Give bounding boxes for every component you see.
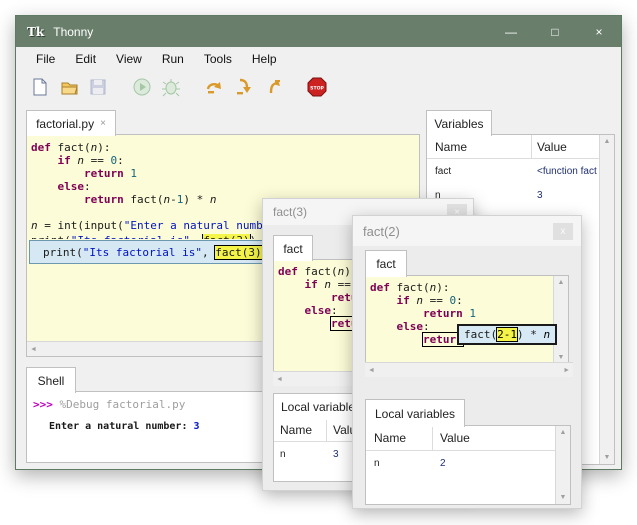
variables-tab-label: Variables: [434, 117, 483, 131]
variables-vscrollbar[interactable]: ▲ ▼: [599, 135, 614, 464]
var-value: <function fact a: [531, 166, 605, 177]
menu-edit[interactable]: Edit: [65, 49, 106, 69]
scroll-up-icon[interactable]: ▲: [604, 138, 611, 145]
open-file-icon[interactable]: [58, 76, 80, 98]
scroll-left-icon[interactable]: ◄: [276, 376, 283, 383]
column-value[interactable]: Value: [531, 135, 609, 158]
window-controls: — □ ×: [489, 16, 621, 47]
fact3-tab-label: fact: [283, 242, 302, 256]
thonny-logo-icon: Tk: [27, 25, 44, 39]
scroll-right-icon[interactable]: ►: [563, 367, 570, 374]
column-name[interactable]: Name: [427, 140, 531, 154]
screen: Tk Thonny — □ × File Edit View Run Tools…: [0, 0, 637, 525]
var-value: 3: [531, 190, 605, 201]
menu-view[interactable]: View: [106, 49, 152, 69]
step-into-icon[interactable]: [233, 76, 255, 98]
column-name[interactable]: Name: [366, 431, 432, 445]
fact3-tab[interactable]: fact: [273, 235, 313, 261]
tab-shell[interactable]: Shell: [26, 367, 76, 393]
var-name: n: [274, 449, 326, 460]
fact2-title: fact(2): [363, 224, 400, 239]
column-value[interactable]: Value: [432, 426, 510, 450]
fact2-locals-vscrollbar[interactable]: ▲ ▼: [555, 426, 570, 504]
frame-window-fact2: fact(2) x fact def fact(n): if n == 0: r…: [352, 215, 582, 509]
var-value: 2: [432, 458, 510, 469]
menu-tools[interactable]: Tools: [194, 49, 242, 69]
minimize-button[interactable]: —: [489, 16, 533, 47]
shell-command-line: >>> %Debug factorial.py: [33, 398, 185, 411]
scroll-left-icon[interactable]: ◄: [30, 346, 37, 353]
title-bar[interactable]: Tk Thonny — □ ×: [16, 16, 621, 47]
fact2-hscrollbar[interactable]: ◄ ►: [365, 362, 573, 377]
fact2-locals-table: Name Value n 2 ▲ ▼: [365, 425, 571, 505]
fact2-code-view[interactable]: def fact(n): if n == 0: return 1 else: r…: [365, 275, 569, 365]
maximize-button[interactable]: □: [533, 16, 577, 47]
fact2-vscrollbar[interactable]: ▲ ▼: [553, 276, 568, 364]
shell-prompt: >>>: [33, 398, 60, 411]
fact2-tab-label: fact: [376, 257, 395, 271]
locals-header: Name Value: [366, 426, 570, 451]
locals-label: Local variables: [281, 400, 361, 414]
scroll-up-icon[interactable]: ▲: [560, 429, 567, 436]
tab-variables[interactable]: Variables: [426, 110, 492, 136]
scroll-up-icon[interactable]: ▲: [558, 279, 565, 286]
run-script-icon[interactable]: [131, 76, 153, 98]
step-out-icon[interactable]: [262, 76, 284, 98]
fact2-close-button[interactable]: x: [553, 223, 573, 240]
scroll-down-icon[interactable]: ▼: [560, 494, 567, 501]
scroll-left-icon[interactable]: ◄: [368, 367, 375, 374]
menu-help[interactable]: Help: [242, 49, 287, 69]
menu-run[interactable]: Run: [152, 49, 194, 69]
window-title: Thonny: [53, 25, 93, 39]
shell-input-echo: 3: [194, 421, 200, 432]
toolbar: STOP: [16, 70, 621, 104]
scroll-down-icon[interactable]: ▼: [558, 354, 565, 361]
new-file-icon[interactable]: [29, 76, 51, 98]
covered-line-fragment: print("Its factorial is", fact(3)): [31, 234, 256, 239]
step-over-icon[interactable]: [204, 76, 226, 98]
editor-tab[interactable]: factorial.py ×: [26, 110, 116, 136]
fact3-title: fact(3): [273, 205, 307, 219]
scroll-down-icon[interactable]: ▼: [604, 454, 611, 461]
var-name: fact: [427, 166, 531, 177]
editor-tab-close-icon[interactable]: ×: [100, 118, 106, 129]
debug-script-icon[interactable]: [160, 76, 182, 98]
shell-tab-label: Shell: [38, 374, 65, 388]
variables-header: Name Value: [427, 135, 614, 159]
locals-label: Local variables: [375, 407, 455, 421]
save-file-icon[interactable]: [87, 76, 109, 98]
shell-command: %Debug factorial.py: [60, 398, 186, 411]
fact2-locals-tab[interactable]: Local variables: [365, 399, 465, 427]
fact2-eval-box: fact(2-1) * n: [457, 324, 557, 345]
fact2-tab[interactable]: fact: [365, 250, 407, 277]
fact2-title-bar[interactable]: fact(2): [353, 216, 581, 246]
close-button[interactable]: ×: [577, 16, 621, 47]
table-row[interactable]: n 2: [366, 451, 570, 475]
stop-icon[interactable]: STOP: [306, 76, 328, 98]
shell-output: Enter a natural number:: [49, 421, 194, 432]
column-name[interactable]: Name: [274, 423, 326, 437]
svg-text:STOP: STOP: [310, 86, 324, 92]
menu-file[interactable]: File: [26, 49, 65, 69]
var-name: n: [366, 458, 432, 469]
menu-bar: File Edit View Run Tools Help: [16, 47, 621, 70]
table-row[interactable]: fact <function fact a: [427, 159, 614, 183]
shell-output-line: Enter a natural number: 3: [49, 421, 200, 432]
editor-tab-label: factorial.py: [36, 117, 94, 131]
